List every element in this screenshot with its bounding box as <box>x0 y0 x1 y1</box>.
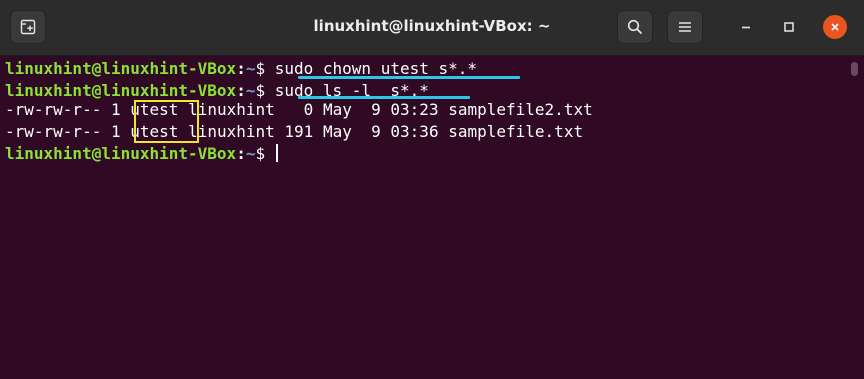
file-permissions: -rw-rw-r-- <box>5 122 102 141</box>
close-button-circle <box>823 15 847 39</box>
new-tab-icon <box>20 19 36 35</box>
file-day: 9 <box>361 100 381 119</box>
scrollbar-thumb[interactable] <box>851 62 858 76</box>
command-underline-annotation <box>298 96 470 99</box>
prompt-user-host: linuxhint@linuxhint-VBox <box>5 59 237 78</box>
file-group: linuxhint <box>188 122 275 141</box>
terminal-window: linuxhint@linuxhint-VBox: ~ linuxhint@li… <box>0 0 864 379</box>
text-cursor <box>275 144 278 162</box>
minimize-icon <box>742 26 750 29</box>
file-group: linuxhint <box>188 100 275 119</box>
prompt-user-host: linuxhint@linuxhint-VBox <box>5 81 237 100</box>
file-day: 9 <box>361 122 381 141</box>
ls-output-row: -rw-rw-r-- 1 utest linuxhint 191 May 9 0… <box>5 121 583 143</box>
maximize-icon <box>784 22 794 32</box>
prompt-dollar: $ <box>255 59 275 78</box>
file-month: May <box>322 122 352 141</box>
file-size: 191 <box>284 122 314 141</box>
search-icon <box>627 19 642 34</box>
command-underline-annotation <box>298 76 520 79</box>
prompt-dollar: $ <box>255 81 275 100</box>
file-month: May <box>322 100 352 119</box>
prompt-dollar: $ <box>255 144 275 163</box>
file-link-count: 1 <box>110 122 121 141</box>
terminal-scrollbar[interactable] <box>845 56 864 379</box>
file-permissions: -rw-rw-r-- <box>5 100 102 119</box>
minimize-button[interactable] <box>731 12 761 42</box>
file-time: 03:36 <box>390 122 439 141</box>
owner-highlight-box <box>134 100 199 143</box>
close-icon <box>831 23 839 31</box>
close-button[interactable] <box>820 12 850 42</box>
prompt-user-host: linuxhint@linuxhint-VBox <box>5 144 237 163</box>
file-link-count: 1 <box>110 100 121 119</box>
new-tab-button[interactable] <box>10 10 46 44</box>
search-button[interactable] <box>617 10 653 44</box>
maximize-button[interactable] <box>774 12 804 42</box>
active-prompt-line[interactable]: linuxhint@linuxhint-VBox:~$ <box>5 143 278 165</box>
menu-button[interactable] <box>667 10 703 44</box>
prompt-colon: : <box>236 144 246 163</box>
ls-output-row: -rw-rw-r-- 1 utest linuxhint 0 May 9 03:… <box>5 99 593 121</box>
terminal-output-area[interactable]: linuxhint@linuxhint-VBox:~$ sudo chown u… <box>0 56 845 379</box>
file-time: 03:23 <box>390 100 439 119</box>
prompt-colon: : <box>236 59 246 78</box>
file-name: samplefile2.txt <box>448 100 593 119</box>
hamburger-menu-icon <box>679 22 691 32</box>
prompt-colon: : <box>236 81 246 100</box>
title-bar: linuxhint@linuxhint-VBox: ~ <box>0 0 864 56</box>
file-size: 0 <box>284 100 314 119</box>
file-name: samplefile.txt <box>448 122 584 141</box>
